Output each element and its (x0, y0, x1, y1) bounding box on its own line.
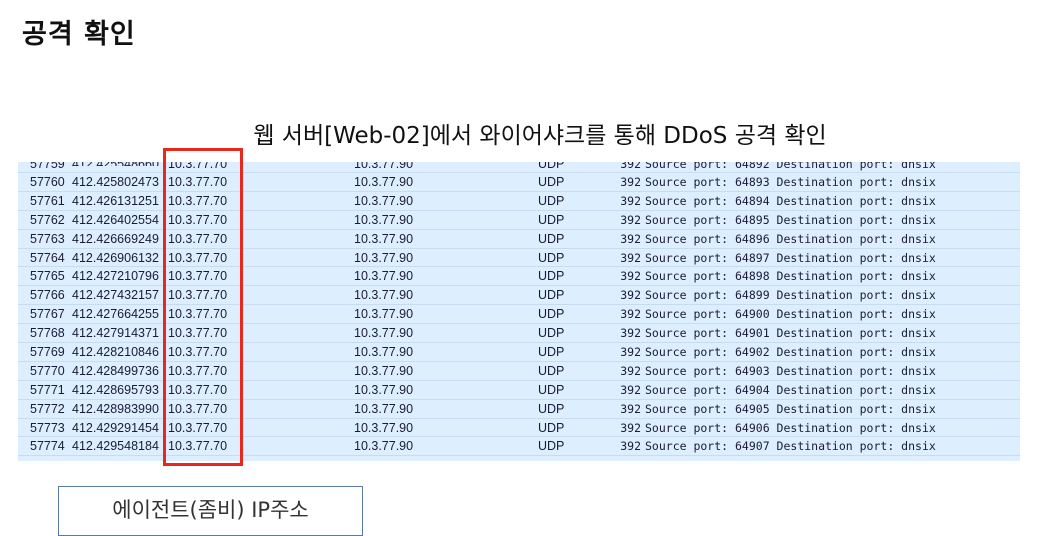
packet-protocol: UDP (538, 382, 565, 397)
packet-destination: 10.3.77.90 (354, 420, 414, 435)
packet-destination: 10.3.77.90 (354, 382, 414, 397)
packet-protocol: UDP (538, 401, 565, 416)
packet-length: 392 (620, 307, 641, 322)
packet-number: 57767 (30, 307, 65, 322)
packet-length: 392 (620, 363, 641, 378)
source-ip-highlight-box (163, 148, 243, 466)
packet-info: Source port: 64899 Destination port: dns… (645, 288, 936, 303)
packet-info: Source port: 64892 Destination port: dns… (645, 162, 936, 171)
packet-time: 412.426669249 (72, 231, 159, 246)
packet-number: 57771 (30, 382, 65, 397)
packet-protocol: UDP (538, 307, 565, 322)
packet-destination: 10.3.77.90 (354, 363, 414, 378)
packet-protocol: UDP (538, 269, 565, 284)
packet-number: 57764 (30, 250, 65, 265)
packet-number: 57773 (30, 420, 65, 435)
packet-time: 412.427914371 (72, 326, 159, 341)
packet-time: 412.428499736 (72, 363, 159, 378)
packet-number: 57759 (30, 162, 65, 171)
packet-destination: 10.3.77.90 (354, 250, 414, 265)
packet-time: 412.426906132 (72, 250, 159, 265)
packet-info: Source port: 64898 Destination port: dns… (645, 269, 936, 284)
packet-protocol: UDP (538, 175, 565, 189)
packet-destination: 10.3.77.90 (354, 162, 414, 171)
packet-protocol: UDP (538, 439, 565, 454)
packet-protocol: UDP (538, 288, 565, 303)
packet-destination: 10.3.77.90 (354, 401, 414, 416)
packet-destination: 10.3.77.90 (354, 231, 414, 246)
packet-length: 392 (620, 382, 641, 397)
packet-info: Source port: 64900 Destination port: dns… (645, 307, 936, 322)
packet-destination: 10.3.77.90 (354, 212, 414, 227)
packet-destination: 10.3.77.90 (354, 326, 414, 341)
packet-destination: 10.3.77.90 (354, 269, 414, 284)
packet-length: 392 (620, 326, 641, 341)
packet-number: 57772 (30, 401, 65, 416)
packet-protocol: UDP (538, 363, 565, 378)
packet-length: 392 (620, 401, 641, 416)
packet-info: Source port: 64902 Destination port: dns… (645, 345, 936, 360)
packet-protocol: UDP (538, 420, 565, 435)
packet-protocol: UDP (538, 162, 565, 171)
packet-destination: 10.3.77.90 (354, 288, 414, 303)
packet-length: 392 (620, 193, 641, 208)
packet-length: 392 (620, 175, 641, 189)
packet-number: 57761 (30, 193, 65, 208)
packet-number: 57774 (30, 439, 65, 454)
packet-number: 57768 (30, 326, 65, 341)
packet-destination: 10.3.77.90 (354, 175, 414, 189)
packet-info: Source port: 64906 Destination port: dns… (645, 420, 936, 435)
packet-number: 57769 (30, 345, 65, 360)
packet-time: 412.429291454 (72, 420, 159, 435)
slide-caption: 웹 서버[Web-02]에서 와이어샤크를 통해 DDoS 공격 확인 (253, 123, 827, 149)
packet-info: Source port: 64905 Destination port: dns… (645, 401, 936, 416)
packet-info: Source port: 64907 Destination port: dns… (645, 439, 936, 454)
packet-protocol: UDP (538, 231, 565, 246)
packet-length: 392 (620, 212, 641, 227)
packet-length: 392 (620, 288, 641, 303)
packet-time: 412.425548660 (72, 162, 168, 166)
packet-length: 392 (620, 162, 641, 171)
packet-protocol: UDP (538, 326, 565, 341)
packet-time: 412.427210796 (72, 269, 159, 284)
slide-title: 공격 확인 (22, 19, 136, 50)
packet-number: 57766 (30, 288, 65, 303)
packet-length: 392 (620, 420, 641, 435)
packet-info: Source port: 64903 Destination port: dns… (645, 363, 936, 378)
packet-info: Source port: 64901 Destination port: dns… (645, 326, 936, 341)
packet-destination: 10.3.77.90 (354, 345, 414, 360)
packet-info: Source port: 64895 Destination port: dns… (645, 212, 936, 227)
packet-info: Source port: 64893 Destination port: dns… (645, 175, 936, 189)
packet-protocol: UDP (538, 193, 565, 208)
packet-time: 412.429548184 (72, 439, 159, 454)
packet-info: Source port: 64894 Destination port: dns… (645, 193, 936, 208)
packet-time: 412.426131251 (72, 193, 159, 208)
packet-number: 57770 (30, 363, 65, 378)
packet-length: 392 (620, 250, 641, 265)
packet-time: 412.425802473 (72, 175, 159, 189)
packet-time: 412.428210846 (72, 345, 159, 360)
packet-length: 392 (620, 231, 641, 246)
packet-protocol: UDP (538, 250, 565, 265)
packet-time: 412.428983990 (72, 401, 159, 416)
packet-number: 57762 (30, 212, 65, 227)
packet-destination: 10.3.77.90 (354, 307, 414, 322)
packet-time: 412.427432157 (72, 288, 159, 303)
packet-destination: 10.3.77.90 (354, 439, 414, 454)
packet-length: 392 (620, 269, 641, 284)
packet-time: 412.427664255 (72, 307, 159, 322)
packet-destination: 10.3.77.90 (354, 193, 414, 208)
packet-protocol: UDP (538, 345, 565, 360)
packet-info: Source port: 64896 Destination port: dns… (645, 231, 936, 246)
packet-info: Source port: 64897 Destination port: dns… (645, 250, 936, 265)
packet-length: 392 (620, 439, 641, 454)
packet-time: 412.426402554 (72, 212, 159, 227)
packet-number: 57765 (30, 269, 65, 284)
packet-number: 57763 (30, 231, 65, 246)
packet-number: 57760 (30, 175, 65, 189)
packet-protocol: UDP (538, 212, 565, 227)
packet-time: 412.428695793 (72, 382, 159, 397)
packet-info: Source port: 64904 Destination port: dns… (645, 382, 936, 397)
packet-length: 392 (620, 345, 641, 360)
